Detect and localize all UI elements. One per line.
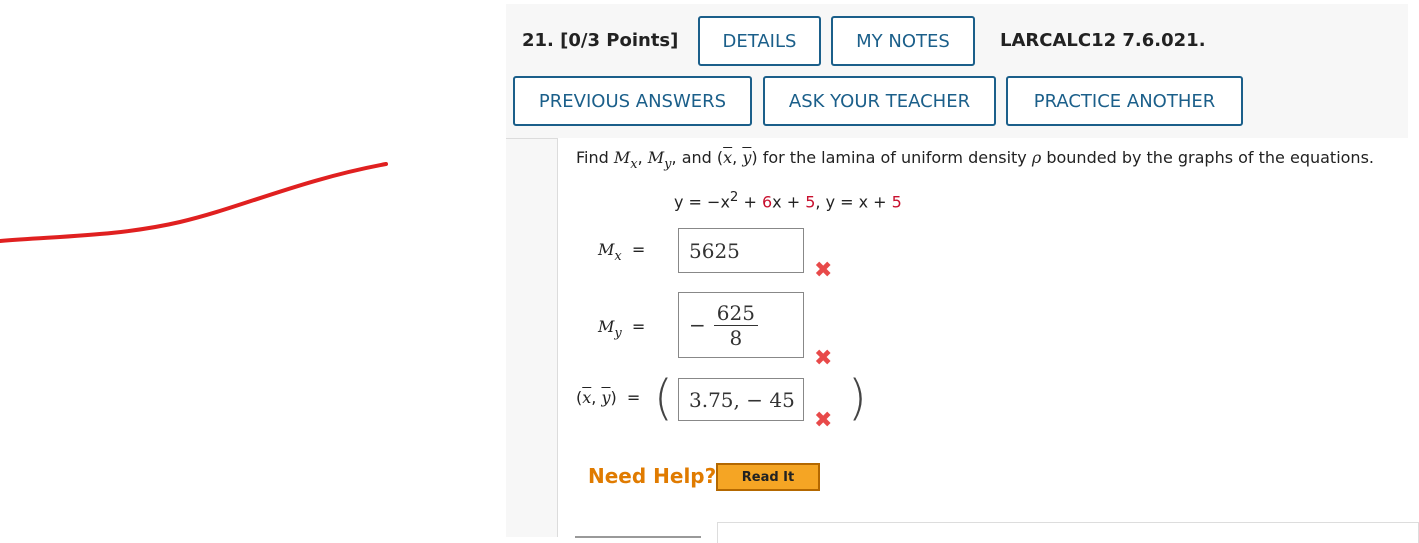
my-sign: −	[689, 313, 706, 337]
eq-plus: +	[738, 192, 762, 212]
bottom-divider	[575, 536, 701, 538]
question-header: 21. [0/3 Points] DETAILS MY NOTES LARCAL…	[506, 4, 1408, 139]
eq-coefficient: 6	[761, 192, 773, 212]
eq-part: y = −x	[674, 192, 730, 212]
problem-text-rest: for the lamina of uniform density	[762, 148, 1027, 167]
question-content: Find Mx, My, and (x, y) for the lamina o…	[557, 138, 1419, 543]
need-help-label: Need Help?	[588, 464, 717, 488]
my-fraction: 625 8	[713, 301, 758, 350]
my-denominator: 8	[729, 325, 743, 350]
question-points: [0/3 Points]	[560, 30, 679, 51]
rho-symbol: ρ	[1031, 148, 1042, 167]
problem-text-and: and	[681, 148, 712, 167]
my-subscript: y	[614, 326, 622, 341]
mx-subscript: x	[614, 249, 622, 264]
centroid-label: (x, y) =	[576, 388, 641, 407]
my-notes-button[interactable]: MY NOTES	[831, 16, 975, 66]
question-number: 21.	[522, 30, 554, 51]
eq-part2: x +	[772, 192, 806, 212]
bottom-frame	[717, 522, 1419, 543]
details-button[interactable]: DETAILS	[698, 16, 821, 66]
read-it-button[interactable]: Read It	[716, 463, 820, 491]
eq-constant: 5	[805, 192, 816, 212]
my-numerator: 625	[713, 301, 758, 326]
question-reference: LARCALC12 7.6.021.	[1000, 30, 1206, 51]
my-label: My =	[598, 317, 646, 341]
x-mark-icon: ✖	[814, 346, 833, 371]
my-symbol: M	[598, 317, 615, 336]
ask-teacher-button[interactable]: ASK YOUR TEACHER	[763, 76, 996, 126]
eq-part3: , y = x +	[815, 192, 892, 212]
question-panel: 21. [0/3 Points] DETAILS MY NOTES LARCAL…	[506, 4, 1419, 543]
equals-sign: =	[631, 317, 646, 336]
mx-label: Mx =	[598, 240, 646, 264]
my-answer-field[interactable]: − 625 8	[678, 292, 804, 358]
red-pen-annotation	[0, 162, 388, 243]
equals-sign: =	[631, 240, 646, 259]
x-mark-icon: ✖	[814, 258, 833, 283]
problem-text: Find	[576, 148, 609, 167]
eq-constant2: 5	[891, 192, 902, 212]
equals-sign: =	[626, 388, 641, 407]
equations: y = −x2 + 6x + 5, y = x + 5	[674, 190, 902, 211]
x-mark-icon: ✖	[814, 408, 833, 433]
previous-answers-button[interactable]: PREVIOUS ANSWERS	[513, 76, 752, 126]
centroid-answer-field[interactable]: 3.75, − 45	[678, 378, 804, 421]
practice-another-button[interactable]: PRACTICE ANOTHER	[1006, 76, 1243, 126]
problem-text-end: bounded by the graphs of the equations.	[1046, 148, 1374, 167]
open-paren: (	[654, 370, 673, 426]
problem-statement: Find Mx, My, and (x, y) for the lamina o…	[576, 148, 1374, 172]
mx-symbol: M	[598, 240, 615, 259]
mx-answer-field[interactable]: 5625	[678, 228, 804, 273]
question-title: 21. [0/3 Points]	[522, 30, 678, 51]
close-paren: )	[848, 370, 867, 426]
